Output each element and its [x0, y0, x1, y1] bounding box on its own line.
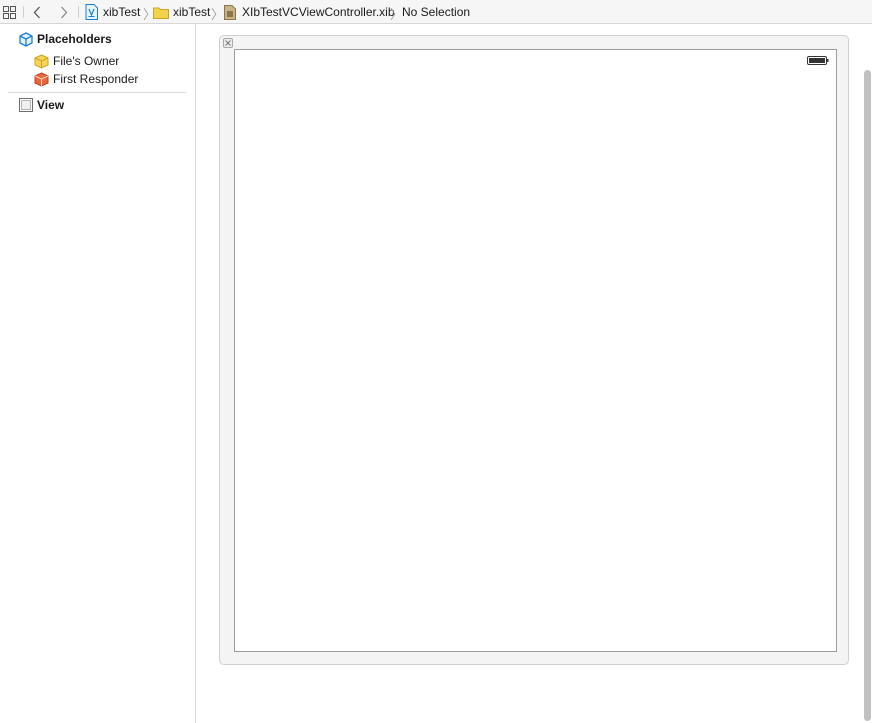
breadcrumb-chevron-icon: 〉 — [211, 7, 225, 22]
breadcrumb-selection[interactable]: No Selection — [402, 0, 470, 24]
xib-file-icon — [224, 4, 236, 20]
battery-icon — [807, 56, 829, 65]
forward-button[interactable] — [60, 0, 68, 24]
related-items-button[interactable] — [3, 0, 16, 24]
breadcrumb-label: xibTest — [173, 5, 211, 19]
placeholders-label: Placeholders — [37, 32, 112, 46]
breadcrumb-project[interactable]: xibTest — [85, 0, 140, 24]
root-view[interactable] — [234, 49, 837, 652]
chevron-left-icon — [33, 6, 40, 18]
outline-placeholders-header[interactable]: Placeholders — [19, 30, 112, 48]
jump-bar-separator — [23, 6, 24, 18]
outline-divider — [8, 92, 186, 93]
vertical-scrollbar[interactable] — [862, 24, 872, 723]
view-label: View — [37, 98, 65, 112]
folder-icon — [153, 7, 169, 19]
back-button[interactable] — [33, 0, 41, 24]
jump-bar: xibTest 〉 xibTest 〉 XIbTestVCViewControl… — [0, 0, 872, 24]
outline-item-view[interactable]: View — [19, 96, 64, 114]
scene-frame[interactable] — [219, 35, 849, 665]
scrollbar-thumb[interactable] — [864, 70, 871, 721]
breadcrumb-folder[interactable]: xibTest — [153, 0, 210, 24]
document-outline: Placeholders File's Owner First Responde… — [0, 24, 196, 723]
project-icon — [85, 4, 98, 20]
interface-builder-canvas[interactable] — [197, 24, 872, 723]
breadcrumb-label: xibTest — [103, 5, 141, 19]
first-responder-icon — [34, 71, 49, 87]
chevron-right-icon — [61, 6, 68, 18]
jump-bar-separator — [78, 6, 79, 18]
grid-icon — [3, 5, 16, 19]
outline-item-label: File's Owner — [53, 54, 120, 68]
breadcrumb-xib-file[interactable]: XIbTestVCViewController.xib — [224, 0, 395, 24]
view-icon — [19, 98, 33, 112]
close-icon[interactable] — [223, 38, 233, 48]
breadcrumb-label: No Selection — [402, 5, 471, 19]
cube-icon — [19, 31, 33, 47]
outline-item-label: First Responder — [53, 72, 139, 86]
outline-item-first-responder[interactable]: First Responder — [34, 70, 138, 88]
outline-item-files-owner[interactable]: File's Owner — [34, 52, 119, 70]
files-owner-icon — [34, 53, 49, 69]
breadcrumb-label: XIbTestVCViewController.xib — [242, 5, 395, 19]
